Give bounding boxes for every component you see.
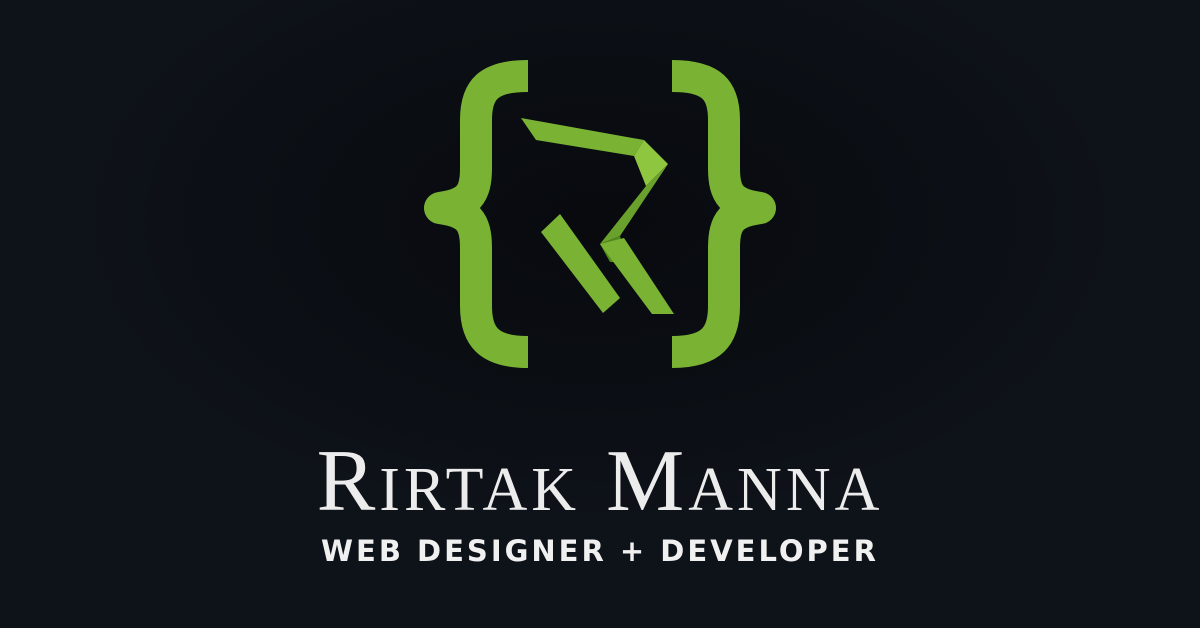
brand-name: Rirtak Manna: [316, 433, 884, 530]
right-brace-icon: [671, 60, 776, 368]
left-brace-icon: [424, 60, 529, 368]
brand-tagline: WEB DESIGNER + DEVELOPER: [321, 534, 879, 568]
logo-mark: [424, 60, 776, 368]
r-monogram-icon: [521, 118, 674, 314]
